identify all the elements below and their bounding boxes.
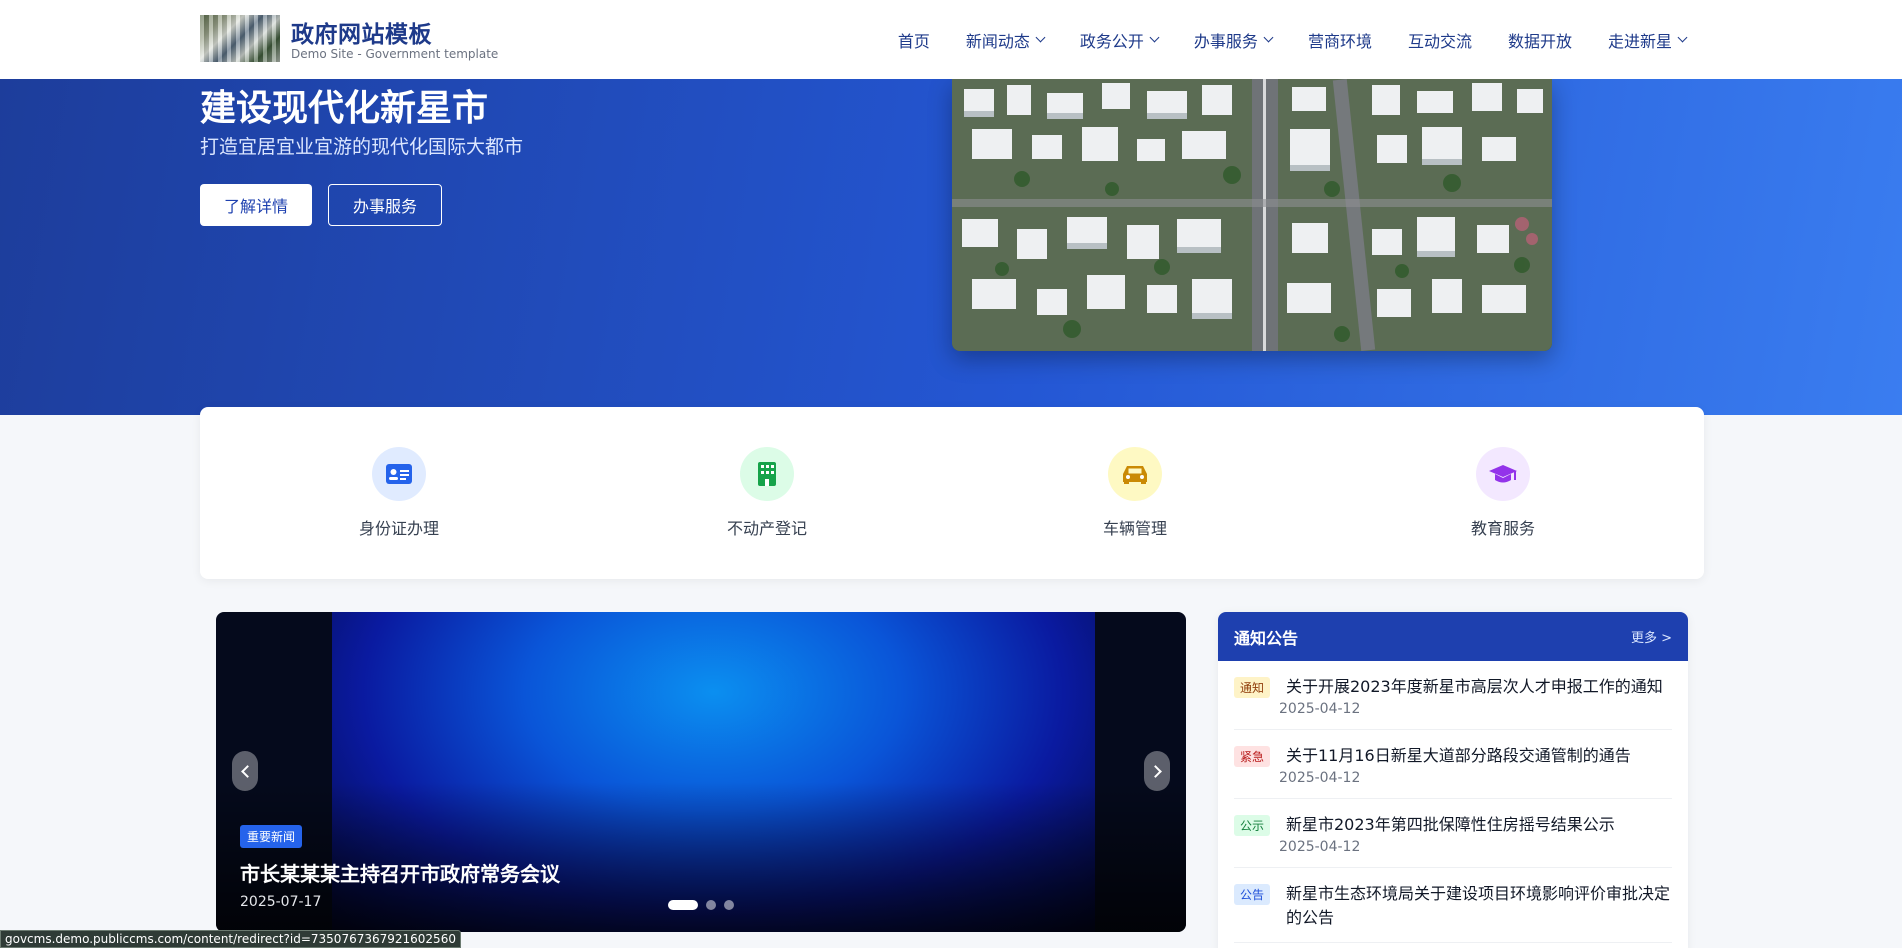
service-label: 身份证办理 xyxy=(358,519,439,538)
nav-item-about-city[interactable]: 走进新星 xyxy=(1607,28,1688,52)
browser-status-url: govcms.demo.publiccms.com/content/redire… xyxy=(0,930,461,948)
news-carousel: 重要新闻 市长某某某主持召开市政府常务会议 2025-07-17 xyxy=(216,612,1186,932)
nav-item-business[interactable]: 营商环境 xyxy=(1308,28,1372,52)
carousel-slide-date: 2025-07-17 xyxy=(240,894,322,910)
notice-type-badge: 紧急 xyxy=(1234,746,1271,767)
notice-title[interactable]: 新星市生态环境局关于建设项目环境影响评价审批决定的公告 xyxy=(1286,882,1672,930)
nav-label: 互动交流 xyxy=(1407,31,1472,51)
notice-title[interactable]: 关于开展2023年度新星市高层次人才申报工作的通知 xyxy=(1286,675,1672,699)
notice-type-badge: 公示 xyxy=(1234,815,1271,836)
nav-label: 新闻动态 xyxy=(965,31,1030,51)
notice-title[interactable]: 关于11月16日新星大道部分路段交通管制的通告 xyxy=(1286,744,1672,768)
nav-item-home[interactable]: 首页 xyxy=(898,28,930,52)
notice-date: 2025-04-12 xyxy=(1279,839,1361,855)
nav-item-open-data[interactable]: 数据开放 xyxy=(1508,28,1572,52)
service-vehicle[interactable]: 车辆管理 xyxy=(1055,447,1215,539)
chevron-down-icon xyxy=(1149,32,1160,43)
nav-label: 首页 xyxy=(897,31,930,51)
chevron-down-icon xyxy=(1677,32,1688,43)
id-card-icon xyxy=(372,447,426,501)
news-category-tag: 重要新闻 xyxy=(240,825,303,848)
nav-item-interaction[interactable]: 互动交流 xyxy=(1408,28,1472,52)
service-education[interactable]: 教育服务 xyxy=(1423,447,1583,539)
site-header: 政府网站模板 Demo Site - Government template 首… xyxy=(0,0,1902,79)
nav-item-services[interactable]: 办事服务 xyxy=(1193,28,1274,52)
nav-label: 走进新星 xyxy=(1607,31,1672,51)
service-id-card[interactable]: 身份证办理 xyxy=(319,447,479,539)
nav-label: 营商环境 xyxy=(1307,31,1372,51)
notice-title[interactable]: 新星市2023年第四批保障性住房摇号结果公示 xyxy=(1286,813,1672,837)
carousel-next-button[interactable] xyxy=(1144,751,1170,791)
notice-item[interactable]: 公示 新星市2023年第四批保障性住房摇号结果公示 2025-04-12 xyxy=(1234,799,1672,868)
notices-more-link[interactable]: 更多 > xyxy=(1631,627,1672,646)
learn-more-button[interactable]: 了解详情 xyxy=(200,184,312,226)
nav-label: 办事服务 xyxy=(1193,31,1258,51)
site-subtitle: Demo Site - Government template xyxy=(291,47,499,61)
chevron-down-icon xyxy=(1035,32,1046,43)
carousel-dot[interactable] xyxy=(668,900,698,910)
hero-title: 建设现代化新星市 xyxy=(200,88,489,129)
carousel-dots xyxy=(668,900,734,910)
notices-header: 通知公告 更多 > xyxy=(1218,612,1688,661)
notice-type-badge: 通知 xyxy=(1234,677,1271,698)
carousel-dot[interactable] xyxy=(706,900,716,910)
notice-item[interactable]: 紧急 关于11月16日新星大道部分路段交通管制的通告 2025-04-12 xyxy=(1234,730,1672,799)
notices-title: 通知公告 xyxy=(1234,628,1299,648)
carousel-slide-title[interactable]: 市长某某某主持召开市政府常务会议 xyxy=(240,858,560,887)
main-nav: 首页 新闻动态 政务公开 办事服务 营商环境 互动交流 数据开放 走进新星 xyxy=(898,0,1688,79)
car-icon xyxy=(1108,447,1162,501)
services-button[interactable]: 办事服务 xyxy=(328,184,442,226)
service-real-estate[interactable]: 不动产登记 xyxy=(687,447,847,539)
chevron-down-icon xyxy=(1263,32,1274,43)
graduation-cap-icon xyxy=(1476,447,1530,501)
notices-panel: 通知公告 更多 > 通知 关于开展2023年度新星市高层次人才申报工作的通知 2… xyxy=(1218,612,1688,948)
chevron-left-icon xyxy=(240,764,254,778)
notice-item[interactable]: 公告 新星市生态环境局关于建设项目环境影响评价审批决定的公告 xyxy=(1234,868,1672,943)
service-label: 教育服务 xyxy=(1470,519,1535,538)
nav-item-gov-open[interactable]: 政务公开 xyxy=(1079,28,1160,52)
nav-item-news[interactable]: 新闻动态 xyxy=(965,28,1046,52)
hero-banner: 建设现代化新星市 打造宜居宜业宜游的现代化国际大都市 了解详情 办事服务 xyxy=(0,79,1902,415)
chevron-right-icon xyxy=(1148,764,1162,778)
site-logo-image[interactable] xyxy=(200,15,280,62)
notice-date: 2025-04-12 xyxy=(1279,701,1361,717)
building-icon xyxy=(740,447,794,501)
service-label: 车辆管理 xyxy=(1102,519,1167,538)
carousel-prev-button[interactable] xyxy=(232,751,258,791)
hero-city-aerial-image xyxy=(952,79,1552,351)
site-title[interactable]: 政府网站模板 xyxy=(291,15,432,49)
carousel-dot[interactable] xyxy=(724,900,734,910)
service-label: 不动产登记 xyxy=(726,519,807,538)
nav-label: 数据开放 xyxy=(1507,31,1572,51)
hero-subtitle: 打造宜居宜业宜游的现代化国际大都市 xyxy=(200,136,524,158)
notice-item[interactable]: 通知 关于开展2023年度新星市高层次人才申报工作的通知 2025-04-12 xyxy=(1234,661,1672,730)
nav-label: 政务公开 xyxy=(1079,31,1144,51)
quick-services-panel: 身份证办理 不动产登记 车辆管理 教育服务 xyxy=(200,407,1704,579)
notice-date: 2025-04-12 xyxy=(1279,770,1361,786)
notice-type-badge: 公告 xyxy=(1234,884,1271,905)
